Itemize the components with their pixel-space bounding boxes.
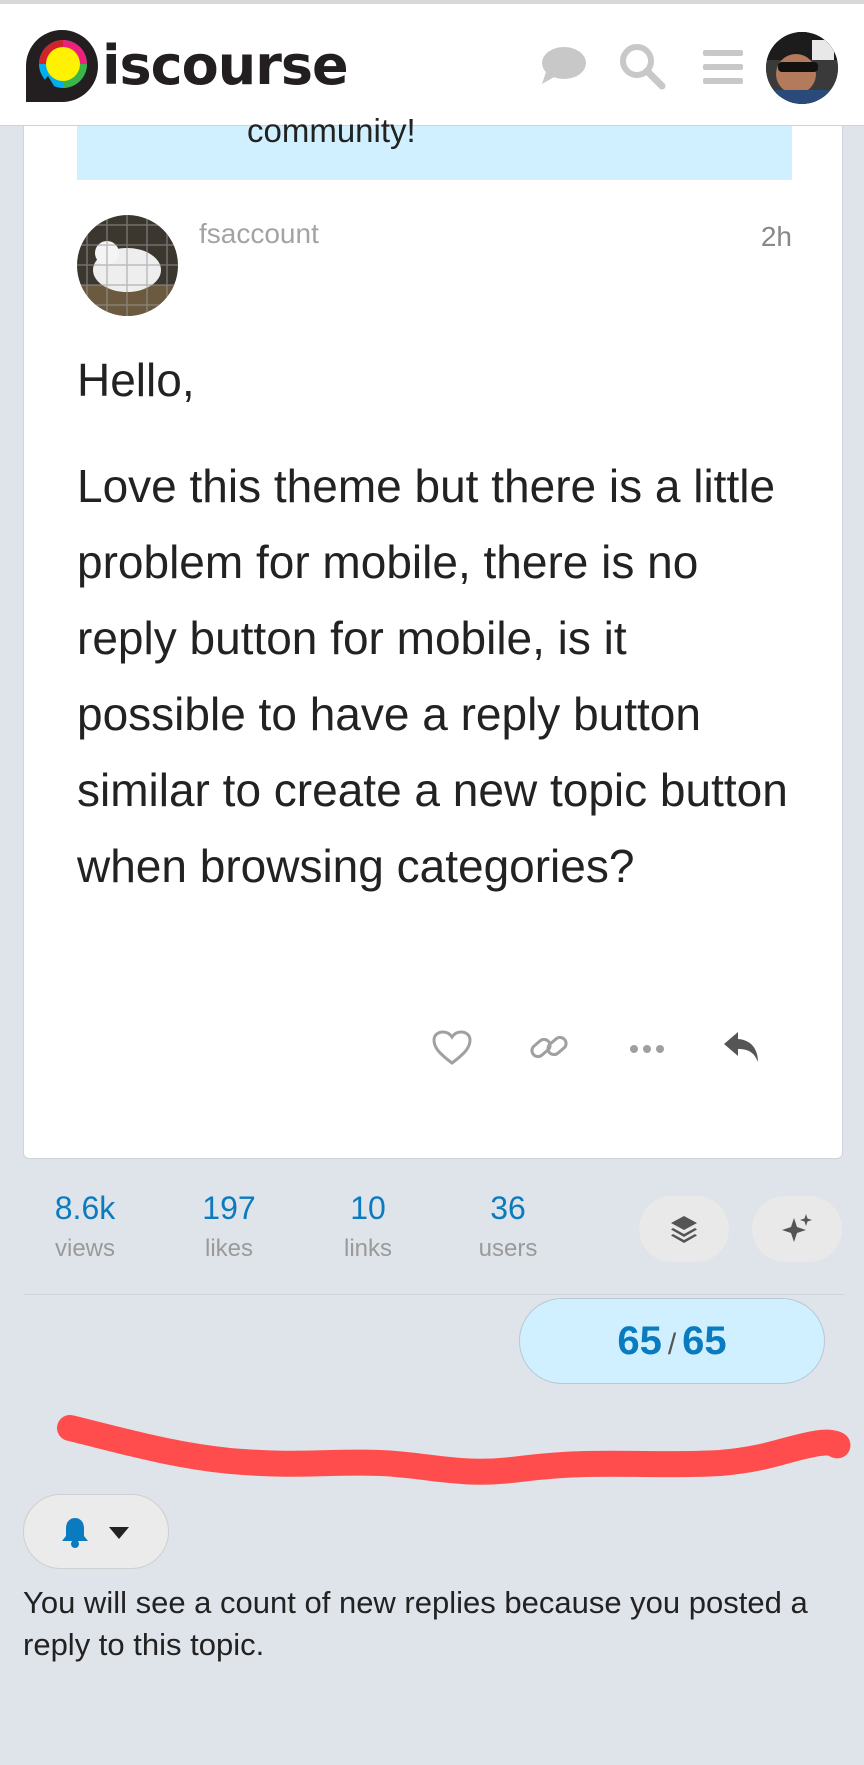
stat-users-label: users bbox=[478, 1235, 538, 1262]
more-icon[interactable] bbox=[629, 1044, 665, 1054]
chat-icon[interactable] bbox=[540, 46, 586, 86]
discourse-logo[interactable]: iscourse bbox=[22, 24, 349, 110]
logo-wordmark: iscourse bbox=[102, 34, 349, 97]
stat-likes-label: likes bbox=[204, 1235, 253, 1262]
progress-separator: / bbox=[667, 1328, 677, 1361]
stat-links[interactable]: 10 links bbox=[328, 1190, 408, 1263]
stat-views: 8.6k views bbox=[45, 1190, 125, 1263]
stat-likes: 197 likes bbox=[189, 1190, 269, 1263]
author-avatar-image bbox=[77, 215, 178, 316]
stat-users-count: 36 bbox=[490, 1190, 526, 1226]
post-author-avatar[interactable] bbox=[77, 215, 178, 316]
user-avatar-image bbox=[766, 32, 838, 104]
discourse-logo-icon bbox=[26, 30, 98, 102]
ai-sparkle-button[interactable] bbox=[752, 1196, 842, 1262]
link-icon[interactable] bbox=[529, 1030, 569, 1064]
topic-stats: 8.6k views 197 likes 10 links 36 users bbox=[0, 1190, 864, 1280]
previous-post-text: community! bbox=[247, 112, 416, 149]
reply-icon[interactable] bbox=[722, 1030, 762, 1066]
stat-views-count: 8.6k bbox=[54, 1190, 116, 1226]
topic-progress-button[interactable]: 65/65 bbox=[519, 1298, 825, 1384]
caret-down-icon bbox=[109, 1527, 129, 1539]
summarize-layers-button[interactable] bbox=[639, 1196, 729, 1262]
progress-total: 65 bbox=[682, 1319, 727, 1363]
search-icon[interactable] bbox=[618, 42, 666, 90]
stat-users[interactable]: 36 users bbox=[468, 1190, 548, 1263]
progress-current: 65 bbox=[617, 1319, 662, 1363]
stat-views-label: views bbox=[54, 1235, 115, 1262]
post-body: Hello, Love this theme but there is a li… bbox=[77, 342, 797, 934]
sparkle-icon bbox=[782, 1214, 812, 1242]
notification-level-button[interactable] bbox=[23, 1494, 169, 1569]
heart-icon[interactable] bbox=[432, 1030, 472, 1066]
post-username[interactable]: fsaccount bbox=[199, 218, 319, 250]
previous-post-quote: community! bbox=[77, 112, 792, 180]
bell-icon bbox=[62, 1518, 88, 1548]
user-avatar[interactable] bbox=[766, 32, 838, 104]
post-card: community! fsaccount 2h Hello, Love this… bbox=[23, 112, 843, 1159]
post-paragraph: Love this theme but there is a little pr… bbox=[77, 460, 788, 892]
notification-description: You will see a count of new replies beca… bbox=[23, 1585, 808, 1662]
post-paragraph: Hello, bbox=[77, 354, 195, 406]
divider bbox=[24, 1294, 844, 1295]
stat-likes-count: 197 bbox=[202, 1190, 256, 1226]
post-timestamp[interactable]: 2h bbox=[761, 221, 792, 253]
red-annotation-stroke bbox=[57, 1415, 851, 1485]
stat-links-count: 10 bbox=[350, 1190, 386, 1226]
layers-icon bbox=[671, 1216, 697, 1243]
hamburger-menu-icon[interactable] bbox=[703, 48, 743, 86]
stat-links-label: links bbox=[343, 1235, 392, 1262]
site-header: iscourse bbox=[0, 0, 864, 126]
